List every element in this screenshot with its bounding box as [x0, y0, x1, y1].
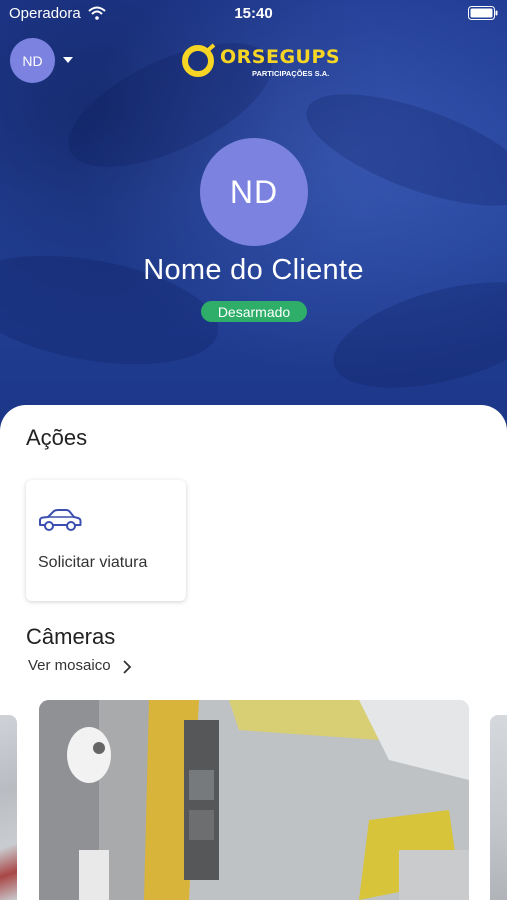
- company-logo: ORSEGUPS PARTICIPAÇÕES S.A.: [180, 40, 340, 82]
- camera-preview[interactable]: [39, 700, 469, 900]
- camera-feed-image: [39, 700, 469, 900]
- car-icon: [39, 509, 82, 531]
- user-avatar-button[interactable]: ND: [10, 38, 55, 83]
- profile-avatar: ND: [200, 138, 308, 246]
- alarm-status-badge: Desarmado: [201, 301, 307, 322]
- status-bar: Operadora 15:40: [0, 0, 507, 26]
- camera-preview-next[interactable]: [490, 715, 507, 900]
- request-vehicle-label: Solicitar viatura: [38, 554, 148, 571]
- chevron-right-icon[interactable]: [122, 659, 132, 675]
- battery-icon: [468, 6, 498, 20]
- logo-name: ORSEGUPS: [220, 46, 341, 68]
- camera-preview-previous[interactable]: [0, 715, 17, 900]
- actions-section-title: Ações: [26, 425, 88, 450]
- content-sheet: Ações Solicitar viatura Câmeras Ver mosa…: [0, 405, 507, 900]
- logo-ring-icon: [182, 43, 216, 77]
- caret-down-icon[interactable]: [62, 56, 74, 64]
- client-name: Nome do Cliente: [143, 254, 364, 286]
- logo-subtitle: PARTICIPAÇÕES S.A.: [252, 69, 330, 78]
- cameras-section-title: Câmeras: [26, 624, 116, 649]
- clock: 15:40: [234, 5, 273, 22]
- request-vehicle-card[interactable]: Solicitar viatura: [26, 480, 186, 601]
- view-mosaic-link[interactable]: Ver mosaico: [28, 657, 111, 674]
- header-background: Operadora 15:40 ND ORSEGUPS PARTICIPAÇÕE…: [0, 0, 507, 440]
